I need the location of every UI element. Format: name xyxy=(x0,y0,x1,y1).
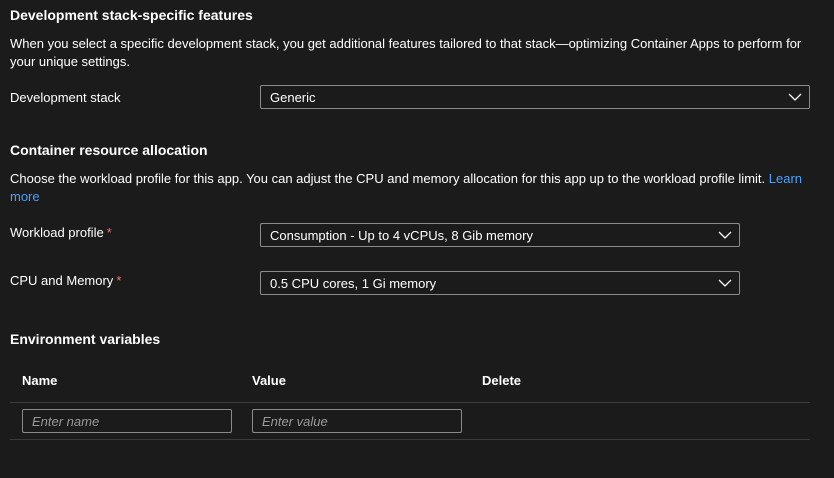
workload-profile-selected-value: Consumption - Up to 4 vCPUs, 8 Gib memor… xyxy=(270,227,533,243)
workload-profile-label-text: Workload profile xyxy=(10,225,104,240)
dev-stack-description: When you select a specific development s… xyxy=(10,36,802,69)
dev-stack-dropdown[interactable]: Generic xyxy=(260,85,810,109)
env-column-delete-header: Delete xyxy=(482,373,522,388)
cpu-memory-label: CPU and Memory * xyxy=(10,273,121,288)
cpu-memory-label-text: CPU and Memory xyxy=(10,273,114,288)
cpu-memory-selected-value: 0.5 CPU cores, 1 Gi memory xyxy=(270,275,437,291)
env-table-row-divider xyxy=(10,439,810,440)
workload-profile-dropdown[interactable]: Consumption - Up to 4 vCPUs, 8 Gib memor… xyxy=(260,223,740,247)
workload-profile-label: Workload profile * xyxy=(10,225,112,240)
env-column-value-header: Value xyxy=(252,373,286,388)
env-name-input[interactable] xyxy=(22,409,232,433)
resource-section-title: Container resource allocation xyxy=(10,142,208,158)
env-section-title: Environment variables xyxy=(10,331,161,347)
dev-stack-section-title: Development stack-specific features xyxy=(10,7,253,23)
env-table-header-divider xyxy=(10,402,810,403)
chevron-down-icon xyxy=(718,279,732,287)
env-column-name-header: Name xyxy=(22,373,58,388)
env-value-input[interactable] xyxy=(252,409,462,433)
dev-stack-label: Development stack xyxy=(10,90,121,105)
dev-stack-selected-value: Generic xyxy=(270,89,316,105)
resource-description: Choose the workload profile for this app… xyxy=(10,170,820,206)
chevron-down-icon xyxy=(718,231,732,239)
cpu-memory-dropdown[interactable]: 0.5 CPU cores, 1 Gi memory xyxy=(260,271,740,295)
cpu-memory-required-mark: * xyxy=(116,273,122,288)
workload-profile-required-mark: * xyxy=(106,225,112,240)
chevron-down-icon xyxy=(788,93,802,101)
resource-description-text: Choose the workload profile for this app… xyxy=(10,171,766,186)
